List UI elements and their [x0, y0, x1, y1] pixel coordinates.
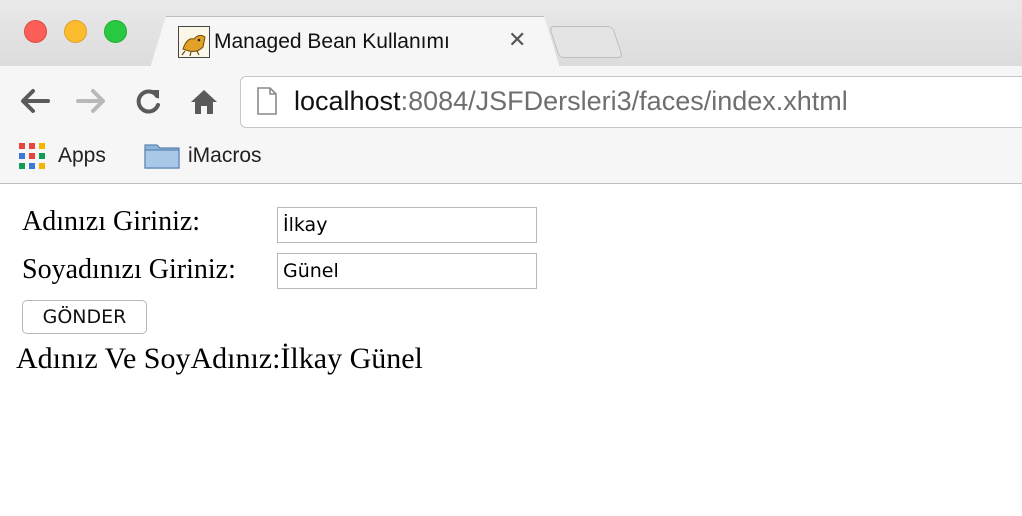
name-input[interactable]	[277, 207, 537, 243]
bookmark-imacros[interactable]: iMacros	[188, 144, 262, 168]
window-minimize-button[interactable]	[64, 20, 87, 43]
bookmark-apps[interactable]: Apps	[58, 144, 106, 168]
page-document-icon	[256, 86, 278, 121]
home-icon[interactable]	[188, 86, 220, 121]
reload-icon[interactable]	[132, 86, 164, 121]
name-label: Adınızı Giriniz:	[22, 206, 201, 237]
url-text[interactable]: localhost:8084/JSFDersleri3/faces/index.…	[294, 86, 848, 117]
tomcat-favicon-icon	[178, 26, 210, 58]
url-path: :8084/JSFDersleri3/faces/index.xhtml	[400, 86, 848, 116]
apps-grid-icon[interactable]	[18, 142, 46, 175]
submit-button[interactable]: GÖNDER	[22, 300, 147, 334]
tab-title: Managed Bean Kullanımı	[214, 30, 450, 53]
url-host: localhost	[294, 86, 401, 116]
folder-icon[interactable]	[144, 140, 180, 175]
result-text: Adınız Ve SoyAdınız:İlkay Günel	[16, 342, 423, 375]
tab-close-icon[interactable]: ✕	[508, 28, 526, 53]
forward-arrow-icon[interactable]	[74, 86, 108, 121]
back-arrow-icon[interactable]	[18, 86, 52, 121]
surname-input[interactable]	[277, 253, 537, 289]
window-maximize-button[interactable]	[104, 20, 127, 43]
new-tab-button[interactable]	[548, 26, 624, 58]
window-close-button[interactable]	[24, 20, 47, 43]
surname-label: Soyadınızı Giriniz:	[22, 254, 236, 285]
